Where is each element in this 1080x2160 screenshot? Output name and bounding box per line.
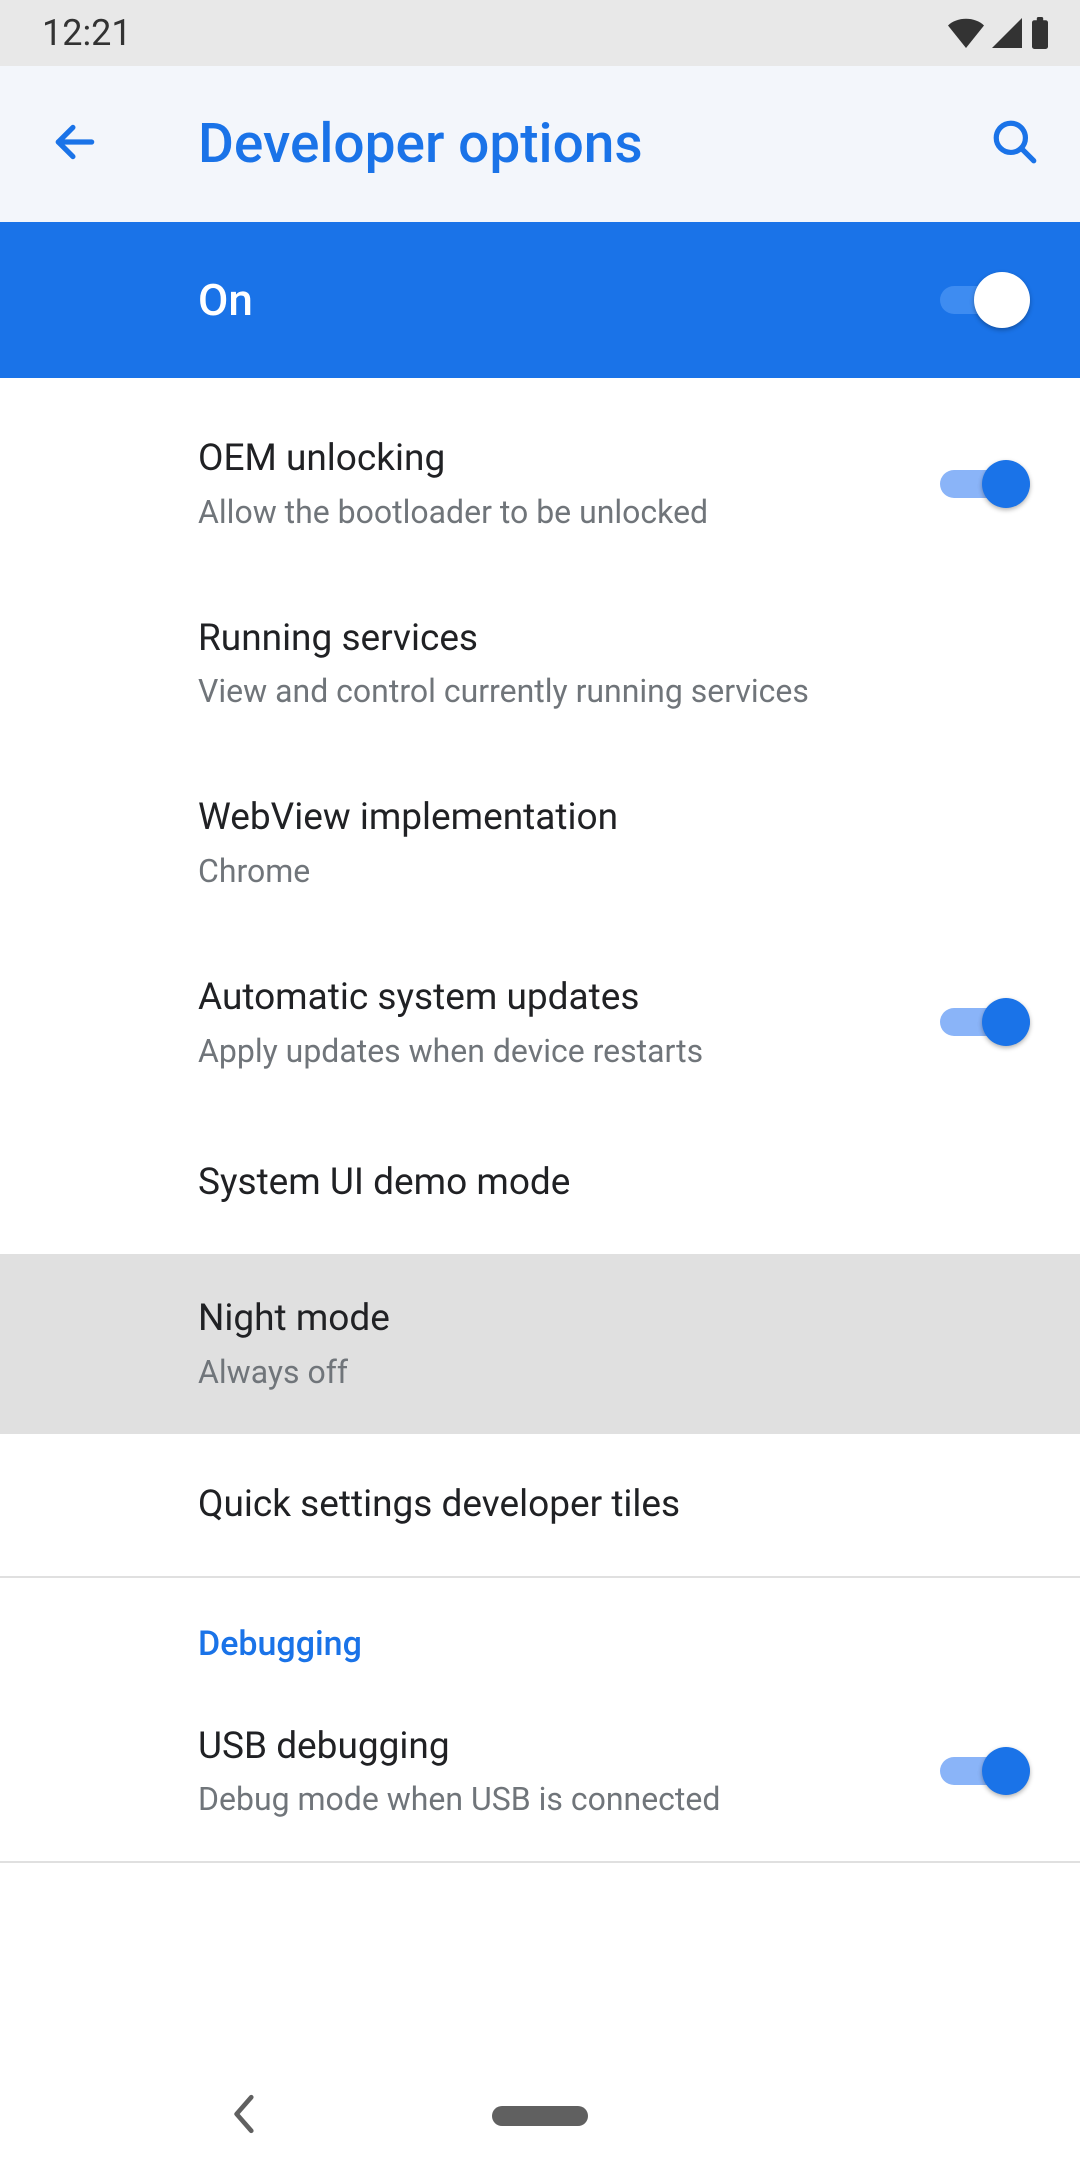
usb-debugging-switch[interactable]: [940, 1743, 1030, 1799]
search-icon: [990, 117, 1040, 171]
wifi-icon: [948, 18, 984, 48]
row-subtitle: Chrome: [198, 851, 1010, 893]
chevron-left-icon: [230, 2120, 260, 2139]
row-subtitle: Apply updates when device restarts: [198, 1031, 920, 1073]
row-usb-debugging[interactable]: USB debugging Debug mode when USB is con…: [0, 1682, 1080, 1862]
app-bar: Developer options: [0, 66, 1080, 222]
divider: [0, 1861, 1080, 1863]
cell-signal-icon: [992, 18, 1022, 48]
row-night-mode[interactable]: Night mode Always off: [0, 1254, 1080, 1434]
row-running-services[interactable]: Running services View and control curren…: [0, 574, 1080, 754]
master-toggle-label: On: [198, 274, 940, 326]
nav-home-pill[interactable]: [492, 2106, 588, 2126]
row-title: OEM unlocking: [198, 434, 920, 484]
row-subtitle: Debug mode when USB is connected: [198, 1779, 920, 1821]
row-subtitle: Allow the bootloader to be unlocked: [198, 492, 920, 534]
row-subtitle: View and control currently running servi…: [198, 671, 1010, 713]
status-time: 12:21: [42, 12, 132, 54]
master-toggle-switch[interactable]: [940, 272, 1030, 328]
row-title: Quick settings developer tiles: [198, 1480, 1010, 1530]
section-header-debugging: Debugging: [0, 1578, 1080, 1682]
battery-icon: [1030, 17, 1050, 49]
navigation-bar: [0, 2072, 1080, 2160]
row-oem-unlocking[interactable]: OEM unlocking Allow the bootloader to be…: [0, 378, 1080, 574]
automatic-updates-switch[interactable]: [940, 994, 1030, 1050]
back-button[interactable]: [50, 117, 120, 171]
row-title: Night mode: [198, 1294, 1010, 1344]
row-title: USB debugging: [198, 1722, 920, 1772]
row-title: WebView implementation: [198, 793, 1010, 843]
nav-back-button[interactable]: [230, 2093, 260, 2139]
row-system-ui-demo-mode[interactable]: System UI demo mode: [0, 1112, 1080, 1254]
row-title: Automatic system updates: [198, 973, 920, 1023]
search-button[interactable]: [980, 117, 1040, 171]
page-title: Developer options: [120, 112, 980, 176]
row-subtitle: Always off: [198, 1352, 1010, 1394]
status-icons: [948, 17, 1050, 49]
status-bar: 12:21: [0, 0, 1080, 66]
row-quick-settings-developer-tiles[interactable]: Quick settings developer tiles: [0, 1434, 1080, 1576]
oem-unlocking-switch[interactable]: [940, 456, 1030, 512]
row-automatic-system-updates[interactable]: Automatic system updates Apply updates w…: [0, 933, 1080, 1113]
developer-options-master-toggle-row[interactable]: On: [0, 222, 1080, 378]
row-title: Running services: [198, 614, 1010, 664]
row-title: System UI demo mode: [198, 1158, 1010, 1208]
row-webview-implementation[interactable]: WebView implementation Chrome: [0, 753, 1080, 933]
arrow-left-icon: [50, 117, 100, 171]
